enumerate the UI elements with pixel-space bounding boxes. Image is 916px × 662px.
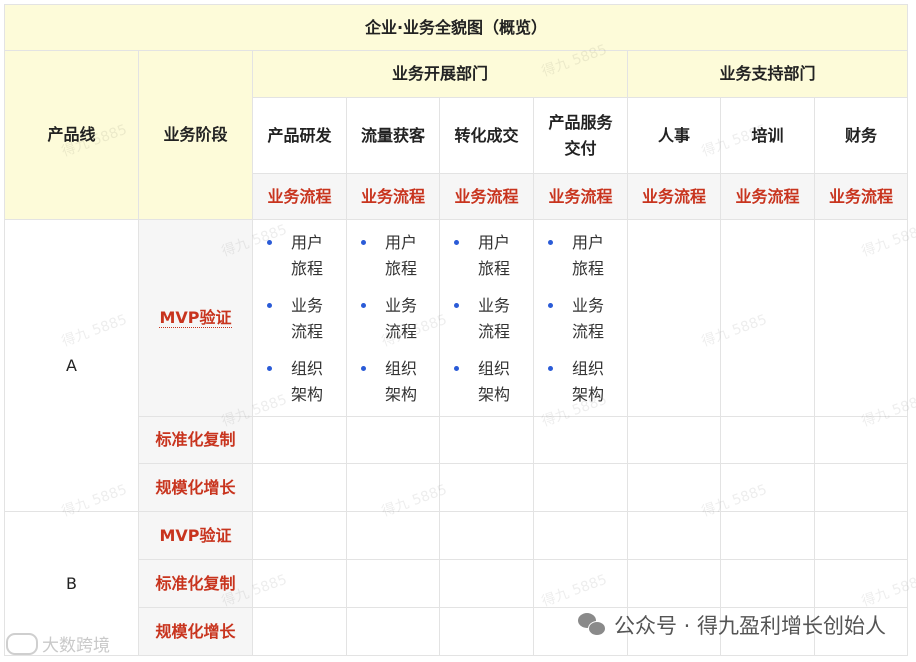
empty-cell bbox=[439, 607, 534, 656]
empty-cell bbox=[720, 511, 815, 560]
empty-cell bbox=[814, 416, 908, 464]
empty-cell bbox=[252, 416, 347, 464]
empty-cell bbox=[720, 416, 815, 464]
wechat-icon bbox=[577, 613, 606, 637]
empty-cell bbox=[814, 559, 908, 608]
dept-hr: 人事 bbox=[627, 97, 721, 174]
flow-label: 业务流程 bbox=[627, 173, 721, 220]
empty-cell bbox=[627, 559, 721, 608]
empty-cell bbox=[814, 511, 908, 560]
empty-cell bbox=[533, 463, 628, 512]
empty-cell bbox=[252, 607, 347, 656]
stage-label: MVP验证 bbox=[159, 525, 232, 545]
header-stage: 业务阶段 bbox=[138, 50, 253, 220]
list-item: 用户旅程 bbox=[546, 230, 612, 282]
cell-items: 用户旅程业务流程组织架构 bbox=[252, 219, 347, 417]
brand-logo-text: 大数跨境 bbox=[42, 636, 110, 656]
flow-label: 业务流程 bbox=[720, 173, 815, 220]
header-support-departments: 业务支持部门 bbox=[627, 50, 908, 98]
stage-scale-b: 规模化增长 bbox=[138, 607, 253, 656]
empty-cell bbox=[346, 416, 440, 464]
list-item: 业务流程 bbox=[452, 293, 518, 345]
empty-cell bbox=[439, 559, 534, 608]
header-product-line: 产品线 bbox=[4, 50, 139, 220]
dept-conversion: 转化成交 bbox=[439, 97, 534, 174]
empty-cell bbox=[533, 416, 628, 464]
brand-logo-icon bbox=[6, 632, 38, 655]
empty-cell bbox=[720, 559, 815, 608]
list-item: 组织架构 bbox=[265, 356, 331, 408]
stage-standardize-a: 标准化复制 bbox=[138, 416, 253, 464]
empty-cell bbox=[627, 416, 721, 464]
empty-cell bbox=[533, 559, 628, 608]
header-dev-departments: 业务开展部门 bbox=[252, 50, 628, 98]
wechat-account-label: 公众号 · 得九盈利增长创始人 bbox=[577, 610, 886, 640]
dept-finance: 财务 bbox=[814, 97, 908, 174]
empty-cell bbox=[627, 511, 721, 560]
list-item: 组织架构 bbox=[452, 356, 518, 408]
business-overview-table: 企业·业务全貌图（概览） 产品线 业务阶段 业务开展部门 业务支持部门 产品研发… bbox=[4, 4, 908, 656]
list-item: 用户旅程 bbox=[265, 230, 331, 282]
stage-standardize-b: 标准化复制 bbox=[138, 559, 253, 608]
empty-cell bbox=[346, 607, 440, 656]
brand-logo: 大数跨境 bbox=[6, 631, 110, 656]
table-title: 企业·业务全貌图（概览） bbox=[4, 4, 908, 51]
flow-label: 业务流程 bbox=[439, 173, 534, 220]
cell-items: 用户旅程业务流程组织架构 bbox=[533, 219, 628, 417]
empty-cell bbox=[720, 219, 815, 417]
empty-cell bbox=[252, 559, 347, 608]
empty-cell bbox=[346, 463, 440, 512]
empty-cell bbox=[346, 511, 440, 560]
empty-cell bbox=[627, 463, 721, 512]
empty-cell bbox=[814, 463, 908, 512]
stage-scale-a: 规模化增长 bbox=[138, 463, 253, 512]
flow-label: 业务流程 bbox=[814, 173, 908, 220]
empty-cell bbox=[252, 463, 347, 512]
flow-label: 业务流程 bbox=[252, 173, 347, 220]
list-item: 用户旅程 bbox=[359, 230, 425, 282]
list-item: 业务流程 bbox=[359, 293, 425, 345]
dept-training: 培训 bbox=[720, 97, 815, 174]
stage-label: MVP验证 bbox=[159, 308, 232, 328]
flow-label: 业务流程 bbox=[346, 173, 440, 220]
stage-mvp-b: MVP验证 bbox=[138, 511, 253, 560]
empty-cell bbox=[346, 559, 440, 608]
empty-cell bbox=[439, 463, 534, 512]
cell-items: 用户旅程业务流程组织架构 bbox=[346, 219, 440, 417]
empty-cell bbox=[252, 511, 347, 560]
empty-cell bbox=[720, 463, 815, 512]
cell-items: 用户旅程业务流程组织架构 bbox=[439, 219, 534, 417]
product-line-a: A bbox=[4, 219, 139, 512]
dept-product-rd: 产品研发 bbox=[252, 97, 347, 174]
empty-cell bbox=[627, 219, 721, 417]
brand-text: 公众号 · 得九盈利增长创始人 bbox=[613, 614, 886, 638]
empty-cell bbox=[814, 219, 908, 417]
empty-cell bbox=[439, 511, 534, 560]
list-item: 用户旅程 bbox=[452, 230, 518, 282]
list-item: 组织架构 bbox=[359, 356, 425, 408]
list-item: 业务流程 bbox=[546, 293, 612, 345]
list-item: 组织架构 bbox=[546, 356, 612, 408]
stage-mvp-a: MVP验证 bbox=[138, 219, 253, 417]
dept-service-delivery: 产品服务交付 bbox=[533, 97, 628, 174]
empty-cell bbox=[439, 416, 534, 464]
empty-cell bbox=[533, 511, 628, 560]
list-item: 业务流程 bbox=[265, 293, 331, 345]
flow-label: 业务流程 bbox=[533, 173, 628, 220]
dept-traffic-acquisition: 流量获客 bbox=[346, 97, 440, 174]
